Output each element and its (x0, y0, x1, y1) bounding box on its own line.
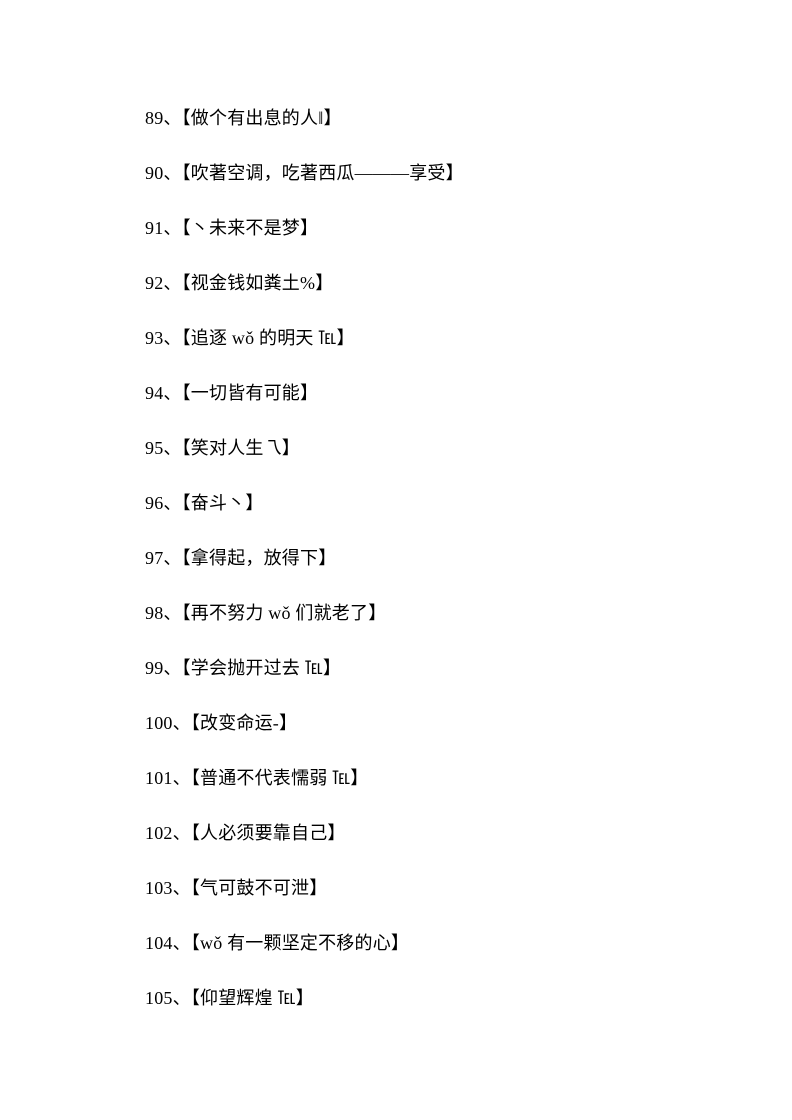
item-number: 103 (145, 878, 173, 898)
list-item: 90、【吹著空调，吃著西瓜———享受】 (145, 160, 692, 187)
item-text: 【奋斗丶】 (182, 493, 264, 513)
item-text: 【气可鼓不可泄】 (191, 878, 328, 898)
item-text: 【吹著空调，吃著西瓜———享受】 (182, 163, 464, 183)
list-item: 97、【拿得起，放得下】 (145, 545, 692, 572)
item-separator: 、 (173, 878, 191, 898)
item-separator: 、 (163, 218, 181, 238)
item-separator: 、 (173, 768, 191, 788)
item-separator: 、 (173, 823, 191, 843)
item-number: 90 (145, 163, 163, 183)
item-text: 【追逐 wǒ 的明天 ℡】 (182, 328, 355, 348)
list-item: 92、【视金钱如粪土%】 (145, 270, 692, 297)
item-separator: 、 (163, 108, 181, 128)
item-text: 【笑对人生乁】 (182, 438, 300, 458)
list-item: 102、【人必须要靠自己】 (145, 820, 692, 847)
item-number: 92 (145, 273, 163, 293)
item-number: 102 (145, 823, 173, 843)
item-number: 104 (145, 933, 173, 953)
item-number: 93 (145, 328, 163, 348)
list-item: 96、【奋斗丶】 (145, 490, 692, 517)
item-number: 95 (145, 438, 163, 458)
item-number: 100 (145, 713, 173, 733)
item-separator: 、 (163, 328, 181, 348)
list-item: 93、【追逐 wǒ 的明天 ℡】 (145, 325, 692, 352)
item-number: 97 (145, 548, 163, 568)
item-text: 【再不努力 wǒ 们就老了】 (182, 603, 387, 623)
item-text: 【普通不代表懦弱 ℡】 (191, 768, 369, 788)
item-text: 【学会抛开过去 ℡】 (182, 658, 342, 678)
item-separator: 、 (163, 273, 181, 293)
numbered-list: 89、【做个有出息的人‖】 90、【吹著空调，吃著西瓜———享受】 91、【丶未… (145, 105, 692, 1040)
item-separator: 、 (163, 438, 181, 458)
item-separator: 、 (163, 163, 181, 183)
item-separator: 、 (163, 493, 181, 513)
list-item: 94、【一切皆有可能】 (145, 380, 692, 407)
item-number: 98 (145, 603, 163, 623)
item-separator: 、 (163, 658, 181, 678)
list-item: 99、【学会抛开过去 ℡】 (145, 655, 692, 682)
item-separator: 、 (173, 933, 191, 953)
item-separator: 、 (163, 603, 181, 623)
item-text: 【视金钱如粪土%】 (182, 273, 334, 293)
list-item: 105、【仰望辉煌 ℡】 (145, 985, 692, 1012)
item-number: 105 (145, 988, 173, 1008)
item-number: 101 (145, 768, 173, 788)
item-text: 【一切皆有可能】 (182, 383, 319, 403)
item-text: 【改变命运-】 (191, 713, 297, 733)
item-text: 【人必须要靠自己】 (191, 823, 346, 843)
list-item: 89、【做个有出息的人‖】 (145, 105, 692, 132)
item-number: 96 (145, 493, 163, 513)
list-item: 103、【气可鼓不可泄】 (145, 875, 692, 902)
item-separator: 、 (173, 713, 191, 733)
list-item: 100、【改变命运-】 (145, 710, 692, 737)
item-text: 【拿得起，放得下】 (182, 548, 337, 568)
list-item: 101、【普通不代表懦弱 ℡】 (145, 765, 692, 792)
item-number: 91 (145, 218, 163, 238)
item-text: 【丶未来不是梦】 (182, 218, 319, 238)
item-text: 【wǒ 有一颗坚定不移的心】 (191, 933, 409, 953)
item-number: 94 (145, 383, 163, 403)
item-text: 【做个有出息的人‖】 (182, 108, 342, 128)
item-text: 【仰望辉煌 ℡】 (191, 988, 314, 1008)
list-item: 95、【笑对人生乁】 (145, 435, 692, 462)
list-item: 104、【wǒ 有一颗坚定不移的心】 (145, 930, 692, 957)
list-item: 98、【再不努力 wǒ 们就老了】 (145, 600, 692, 627)
item-number: 89 (145, 108, 163, 128)
list-item: 91、【丶未来不是梦】 (145, 215, 692, 242)
item-separator: 、 (163, 383, 181, 403)
item-separator: 、 (173, 988, 191, 1008)
item-separator: 、 (163, 548, 181, 568)
item-number: 99 (145, 658, 163, 678)
